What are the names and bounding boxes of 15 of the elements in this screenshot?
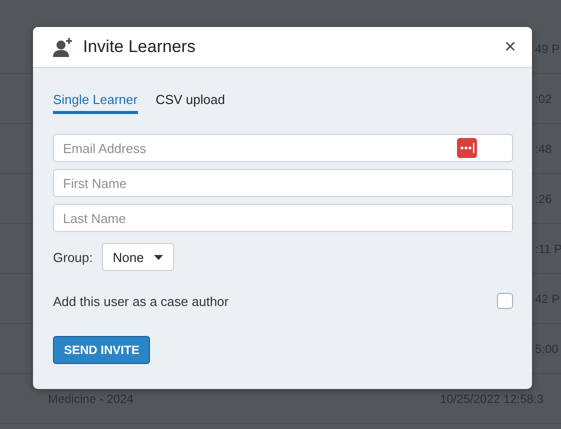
tab[interactable]: Single Learner [53, 92, 138, 114]
tab[interactable]: CSV upload [156, 92, 225, 114]
group-label: Group: [53, 250, 93, 264]
input-field[interactable]: Email Address [53, 134, 513, 162]
password-manager-icon[interactable] [457, 138, 477, 158]
group-dropdown[interactable]: None [102, 243, 174, 271]
send-invite-button[interactable]: SEND INVITE [53, 336, 150, 364]
input-field[interactable]: Last Name [53, 204, 513, 232]
add-user-icon [53, 37, 75, 57]
case-author-label: Add this user as a case author [53, 294, 229, 308]
input-field[interactable]: First Name [53, 169, 513, 197]
dialog-title: Invite Learners [83, 37, 196, 57]
close-button[interactable]: × [500, 36, 520, 58]
caret-icon [154, 254, 163, 260]
checkbox[interactable] [497, 293, 513, 309]
